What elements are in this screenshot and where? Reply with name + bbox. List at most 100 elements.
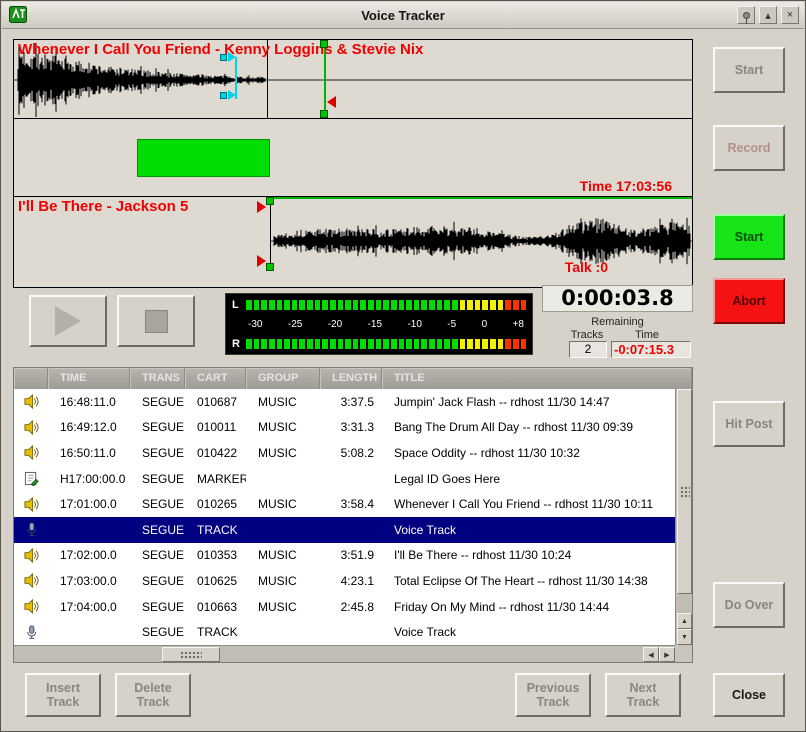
cell-title: Space Oddity -- rdhost 11/30 10:32 [382, 446, 675, 460]
track1-waveform-region[interactable]: Whenever I Call You Friend - Kenny Loggi… [14, 40, 692, 119]
meter-scale-label: -5 [447, 319, 456, 330]
cell-title: Bang The Drum All Day -- rdhost 11/30 09… [382, 420, 675, 434]
log-row[interactable]: SEGUETRACKVoice Track [14, 517, 675, 543]
cell-group: MUSIC [246, 395, 320, 409]
horizontal-scrollbar[interactable]: ◀ ▶ [14, 645, 675, 662]
previous-track-button[interactable]: Previous Track [515, 673, 591, 717]
delete-track-button[interactable]: Delete Track [115, 673, 191, 717]
cell-cart: MARKER [185, 472, 246, 486]
close-button[interactable]: Close [713, 673, 785, 717]
close-icon: × [787, 9, 793, 21]
cell-trans: SEGUE [130, 625, 185, 639]
cell-title: Jumpin' Jack Flash -- rdhost 11/30 14:47 [382, 395, 675, 409]
talk-counter: Talk :0 [565, 259, 608, 275]
left-meter-leds [246, 300, 526, 310]
log-row[interactable]: 17:01:00.0SEGUE010265MUSIC3:58.4Whenever… [14, 491, 675, 517]
cell-time: 17:02:00.0 [48, 548, 130, 562]
scroll-down-button[interactable]: ▼ [677, 629, 692, 645]
record-button[interactable]: Record [713, 125, 785, 171]
fade-marker[interactable] [257, 201, 266, 213]
cell-cart: 010687 [185, 395, 246, 409]
column-header-length[interactable]: LENGTH [320, 368, 382, 389]
column-header-time[interactable]: TIME [48, 368, 130, 389]
segue-marker-handle[interactable] [220, 92, 227, 99]
remaining-tracks-label: Tracks [557, 329, 617, 341]
track-start-handle[interactable] [320, 40, 328, 48]
log-row[interactable]: 16:49:12.0SEGUE010011MUSIC3:31.3Bang The… [14, 415, 675, 441]
do-over-button[interactable]: Do Over [713, 582, 785, 628]
meter-scale-label: -25 [288, 319, 302, 330]
abort-button[interactable]: Abort [713, 278, 785, 324]
cell-group: MUSIC [246, 548, 320, 562]
scroll-up-button[interactable]: ▲ [677, 613, 692, 629]
cell-cart: 010353 [185, 548, 246, 562]
voicetrack-region[interactable]: Time 17:03:56 [14, 119, 692, 197]
column-header-trans[interactable]: TRANS [130, 368, 185, 389]
shade-icon: ▴ [765, 9, 771, 22]
cell-group: MUSIC [246, 574, 320, 588]
play-button[interactable] [29, 295, 107, 347]
column-header-cart[interactable]: CART [185, 368, 246, 389]
cell-length: 4:23.1 [320, 574, 382, 588]
close-window-button[interactable]: × [781, 6, 799, 24]
vertical-scrollbar[interactable]: ▲ ▼ [675, 389, 692, 645]
segue-marker-handle[interactable] [220, 54, 227, 61]
waveform-editor: Whenever I Call You Friend - Kenny Loggi… [13, 39, 693, 288]
log-row[interactable]: 17:03:00.0SEGUE010625MUSIC4:23.1Total Ec… [14, 568, 675, 594]
track2-start-line [270, 197, 271, 271]
stop-icon [145, 310, 168, 333]
table-body: 16:48:11.0SEGUE010687MUSIC3:37.5Jumpin' … [14, 389, 675, 645]
start-button-active[interactable]: Start [713, 214, 785, 260]
speaker-icon [14, 497, 48, 512]
speaker-icon [14, 548, 48, 563]
column-header-title[interactable]: TITLE [382, 368, 692, 389]
column-header-icon[interactable] [14, 368, 48, 389]
stop-button[interactable] [117, 295, 195, 347]
log-row[interactable]: 17:04:00.0SEGUE010663MUSIC2:45.8Friday O… [14, 594, 675, 620]
log-row[interactable]: 16:48:11.0SEGUE010687MUSIC3:37.5Jumpin' … [14, 389, 675, 415]
cell-trans: SEGUE [130, 548, 185, 562]
log-row[interactable]: H17:00:00.0SEGUEMARKERLegal ID Goes Here [14, 466, 675, 492]
track2-start-handle[interactable] [266, 263, 274, 271]
fade-marker[interactable] [257, 255, 266, 267]
cell-title: Total Eclipse Of The Heart -- rdhost 11/… [382, 574, 675, 588]
fade-marker[interactable] [327, 96, 336, 108]
start-button-disabled[interactable]: Start [713, 47, 785, 93]
microphone-icon [14, 625, 48, 640]
column-header-group[interactable]: GROUP [246, 368, 320, 389]
table-header-row: TIMETRANSCARTGROUPLENGTHTITLE [14, 368, 692, 389]
remaining-time-label: Time [615, 329, 679, 341]
meter-scale: -30-25-20-15-10-50+8 [232, 319, 526, 331]
cell-time: 16:48:11.0 [48, 395, 130, 409]
speaker-icon [14, 599, 48, 614]
log-row[interactable]: 16:50:11.0SEGUE010422MUSIC5:08.2Space Od… [14, 440, 675, 466]
pin-button[interactable] [737, 6, 755, 24]
track2-title: I'll Be There - Jackson 5 [18, 198, 188, 215]
meter-scale-label: -20 [328, 319, 342, 330]
log-row[interactable]: SEGUETRACK Voice Track [14, 619, 675, 645]
vertical-scrollbar-thumb[interactable] [677, 389, 692, 594]
track2-start-handle[interactable] [266, 197, 274, 205]
remaining-tracks-value: 2 [569, 341, 607, 358]
voicetrack-bar[interactable] [137, 139, 270, 177]
cell-title: Whenever I Call You Friend -- rdhost 11/… [382, 497, 675, 511]
cell-group: MUSIC [246, 497, 320, 511]
cell-title: Voice Track [382, 625, 675, 639]
scroll-left-button[interactable]: ◀ [643, 647, 659, 662]
titlebar[interactable]: Voice Tracker ▴ × [2, 2, 804, 29]
scroll-right-button[interactable]: ▶ [659, 647, 675, 662]
cell-group: MUSIC [246, 600, 320, 614]
meter-scale-label: -30 [248, 319, 262, 330]
cell-trans: SEGUE [130, 600, 185, 614]
next-track-button[interactable]: Next Track [605, 673, 681, 717]
horizontal-scrollbar-thumb[interactable] [162, 647, 220, 662]
track-start-handle[interactable] [320, 110, 328, 118]
insert-track-button[interactable]: Insert Track [25, 673, 101, 717]
log-row[interactable]: 17:02:00.0SEGUE010353MUSIC3:51.9I'll Be … [14, 543, 675, 569]
cell-length: 3:51.9 [320, 548, 382, 562]
track2-waveform-region[interactable]: I'll Be There - Jackson 5 Talk :0 [14, 197, 692, 285]
shade-button[interactable]: ▴ [759, 6, 777, 24]
hit-post-button[interactable]: Hit Post [713, 401, 785, 447]
cell-cart: TRACK [185, 625, 246, 639]
cell-trans: SEGUE [130, 395, 185, 409]
